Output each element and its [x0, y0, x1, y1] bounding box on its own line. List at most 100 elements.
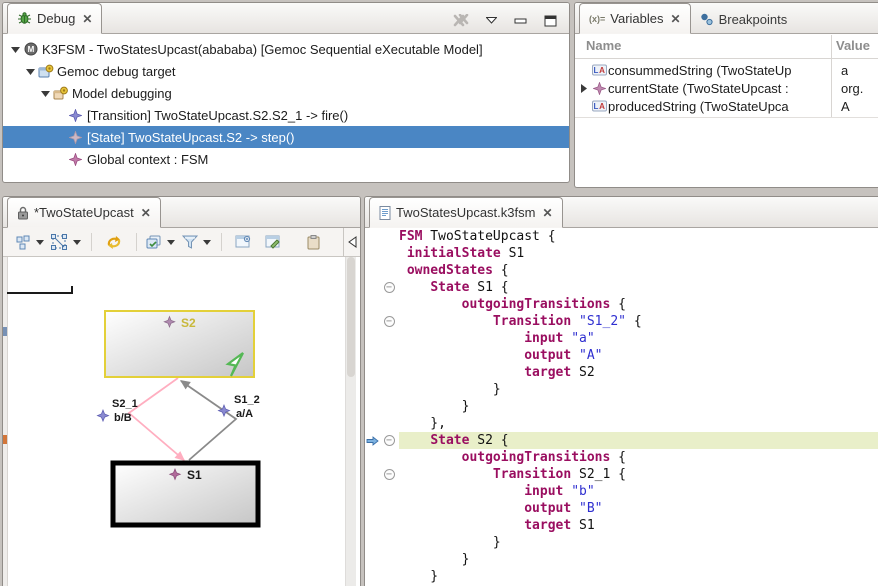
remove-all-terminated-icon[interactable] [453, 14, 469, 27]
code-line: input "b" [365, 483, 878, 500]
fold-gutter [379, 262, 399, 279]
fold-gutter [379, 228, 399, 245]
scrollbar-thumb[interactable] [347, 257, 355, 377]
annotation-gutter [365, 262, 379, 279]
column-name[interactable]: Name [586, 38, 621, 53]
debug-tree-item[interactable]: Global context : FSM [3, 148, 569, 170]
variables-table-header: Name Value [575, 34, 878, 59]
edit-diagram-icon[interactable] [258, 231, 288, 253]
code-editor-panel: TwoStatesUpcast.k3fsm ✕ FSM TwoStateUpca… [364, 196, 878, 586]
edge-s2-1[interactable] [129, 378, 184, 460]
annotation-gutter [365, 500, 379, 517]
select-mode-dropdown-icon[interactable] [73, 240, 81, 245]
vertical-scrollbar[interactable] [345, 257, 356, 586]
edge-s2-1-trigger[interactable]: b/B [114, 412, 132, 424]
code-text-area[interactable]: FSM TwoStateUpcast { initialState S1 own… [365, 228, 878, 586]
export-diagram-icon[interactable] [228, 231, 258, 253]
collapse-palette-icon[interactable] [348, 236, 357, 248]
expander-icon[interactable] [8, 44, 22, 54]
state-s2-label[interactable]: S2 [181, 316, 196, 330]
filter-dropdown-icon[interactable] [203, 240, 211, 245]
tree-item-label: K3FSM - TwoStatesUpcast(abababa) [Gemoc … [42, 42, 483, 57]
debug-tree-item[interactable]: Gemoc debug target [3, 60, 569, 82]
diagram-canvas[interactable]: S2 S1 S2_1 b/B S1_2 a/A [3, 257, 360, 586]
filter-icon[interactable] [179, 231, 201, 253]
state-node-s2[interactable] [105, 311, 254, 377]
sync-icon[interactable] [98, 231, 130, 253]
code-line: outgoingTransitions { [365, 449, 878, 466]
close-icon[interactable]: ✕ [141, 206, 151, 220]
code-line-text: input "a" [399, 330, 878, 347]
debug-tree-item[interactable]: [Transition] TwoStateUpcast.S2.S2_1 -> f… [3, 104, 569, 126]
instruction-pointer-icon [365, 432, 379, 449]
select-mode-icon[interactable] [48, 231, 71, 253]
state-node-s1[interactable] [113, 463, 258, 525]
variable-row[interactable]: LAconsummedString (TwoStateUpa [575, 61, 878, 79]
variable-row[interactable]: currentState (TwoStateUpcast :org. [575, 79, 878, 97]
expander-icon[interactable] [23, 66, 37, 76]
diagram-tabbar: *TwoStateUpcast ✕ [3, 197, 360, 228]
code-line: } [365, 398, 878, 415]
edge-s2-1-name[interactable]: S2_1 [112, 398, 138, 410]
annotation-gutter [365, 466, 379, 483]
tab-breakpoints-label: Breakpoints [719, 12, 788, 27]
state-s1-label[interactable]: S1 [187, 468, 202, 482]
code-line: − State S2 { [365, 432, 878, 449]
svg-text:L: L [593, 102, 598, 111]
variable-value: a [830, 63, 848, 78]
layers-icon[interactable] [143, 231, 165, 253]
fold-collapse-icon[interactable]: − [379, 466, 399, 483]
tab-variables[interactable]: (x)= Variables ✕ [579, 3, 691, 34]
variables-table: LAconsummedString (TwoStateUpacurrentSta… [575, 59, 878, 118]
lock-icon [17, 206, 29, 220]
ruler-corner-mark [7, 286, 73, 294]
tab-k3fsm-editor[interactable]: TwoStatesUpcast.k3fsm ✕ [369, 197, 563, 228]
view-menu-icon[interactable] [486, 17, 497, 24]
fold-gutter [379, 381, 399, 398]
code-line-text: Transition "S1_2" { [399, 313, 878, 330]
clipboard-icon[interactable] [304, 231, 323, 253]
variable-row[interactable]: LAproducedString (TwoStateUpcaA [575, 97, 878, 115]
fold-collapse-icon[interactable]: − [379, 432, 399, 449]
variables-tabbar: (x)= Variables ✕ Breakpoints [575, 3, 878, 34]
close-icon[interactable]: ✕ [82, 12, 92, 26]
code-line-text: output "B" [399, 500, 878, 517]
code-line: − Transition "S1_2" { [365, 313, 878, 330]
debug-tree-item[interactable]: MK3FSM - TwoStatesUpcast(abababa) [Gemoc… [3, 38, 569, 60]
fold-collapse-icon[interactable]: − [379, 279, 399, 296]
sparkle-icon [97, 410, 108, 421]
tab-debug[interactable]: Debug ✕ [7, 3, 102, 34]
expander-icon[interactable] [577, 83, 590, 94]
close-icon[interactable]: ✕ [542, 206, 552, 220]
edge-s1-2-name[interactable]: S1_2 [234, 394, 260, 406]
debug-tree-item[interactable]: Model debugging [3, 82, 569, 104]
arrange-icon[interactable] [13, 231, 34, 253]
fold-gutter [379, 500, 399, 517]
maximize-icon[interactable] [544, 15, 557, 27]
fold-gutter [379, 415, 399, 432]
tab-diagram-editor[interactable]: *TwoStateUpcast ✕ [7, 197, 161, 228]
edge-s1-2[interactable] [181, 381, 236, 460]
annotation-gutter [365, 449, 379, 466]
toolbar-separator [91, 233, 92, 251]
expander-icon[interactable] [38, 88, 52, 98]
annotation-gutter [365, 330, 379, 347]
tab-breakpoints[interactable]: Breakpoints [691, 5, 797, 34]
debugTarget-icon [37, 64, 54, 78]
sparkle-icon [218, 405, 229, 416]
column-value[interactable]: Value [836, 38, 870, 53]
edge-s1-2-trigger[interactable]: a/A [236, 408, 253, 420]
svg-text:A: A [599, 102, 605, 111]
close-icon[interactable]: ✕ [671, 12, 681, 26]
variables-icon: (x)= [589, 14, 605, 24]
column-divider[interactable] [831, 35, 832, 117]
code-line-text: target S2 [399, 364, 878, 381]
code-line: } [365, 568, 878, 585]
minimize-icon[interactable] [514, 16, 527, 26]
fold-collapse-icon[interactable]: − [379, 313, 399, 330]
debug-tree-item[interactable]: [State] TwoStateUpcast.S2 -> step() [3, 126, 569, 148]
code-line-text: initialState S1 [399, 245, 878, 262]
debug-toolbar [453, 14, 569, 33]
arrange-dropdown-icon[interactable] [36, 240, 44, 245]
layers-dropdown-icon[interactable] [167, 240, 175, 245]
